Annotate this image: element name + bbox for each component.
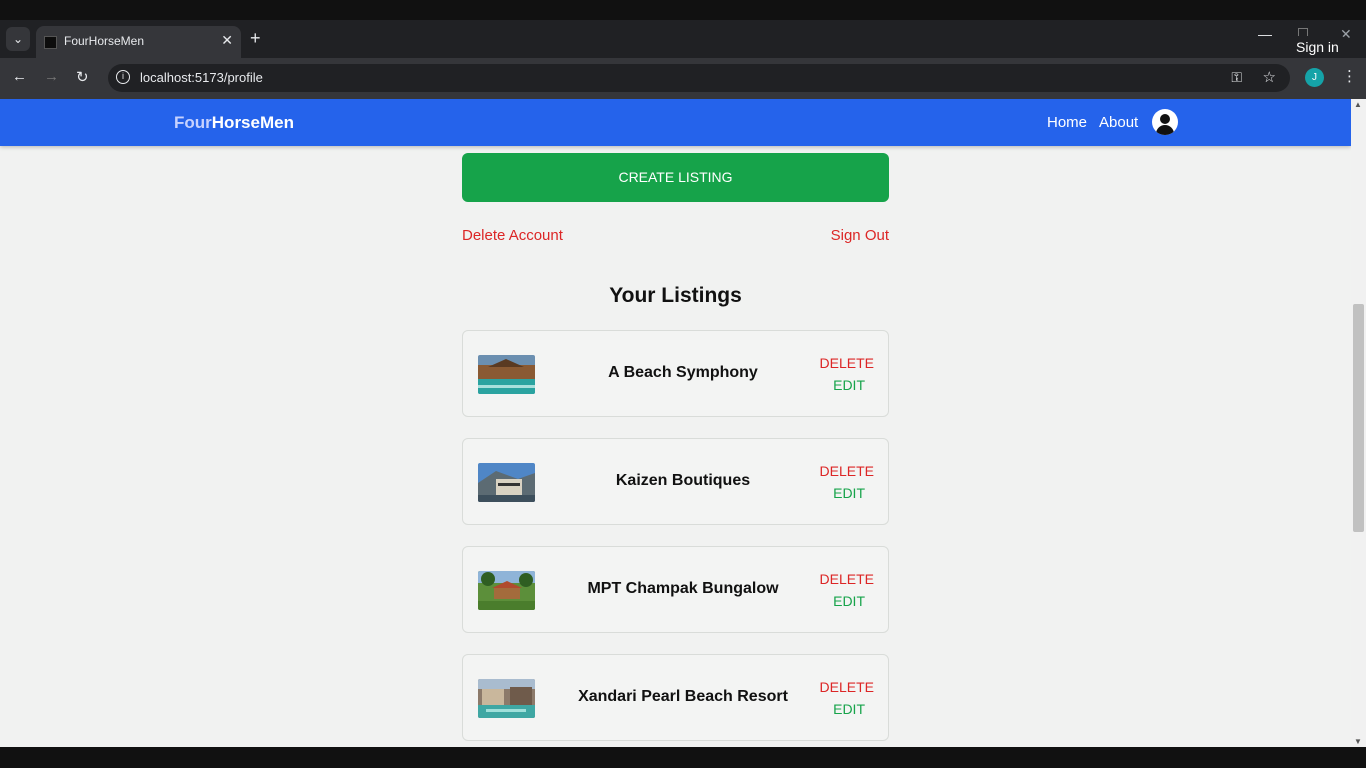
listings-heading: Your Listings bbox=[609, 284, 742, 307]
minimize-icon[interactable]: — bbox=[1258, 26, 1272, 42]
nav-about-link[interactable]: About bbox=[1099, 114, 1138, 131]
listing-card: Kaizen Boutiques DELETE EDIT bbox=[462, 438, 889, 525]
tab-search-icon[interactable]: ⌄ bbox=[6, 27, 30, 51]
forward-icon[interactable]: → bbox=[44, 68, 59, 85]
tab-title: FourHorseMen bbox=[64, 34, 145, 48]
page-viewport: FourHorseMen Home About CREATE LISTING D… bbox=[0, 99, 1366, 747]
password-key-icon[interactable]: ⚿ bbox=[1231, 69, 1242, 86]
scrollbar-thumb[interactable] bbox=[1353, 304, 1364, 532]
tab-close-icon[interactable]: ✕ bbox=[221, 32, 233, 49]
listing-delete-button[interactable]: DELETE bbox=[820, 463, 874, 479]
site-info-icon[interactable]: i bbox=[116, 70, 130, 84]
listing-name[interactable]: MPT Champak Bungalow bbox=[558, 580, 808, 598]
avatar-head bbox=[1160, 114, 1170, 124]
listing-delete-button[interactable]: DELETE bbox=[820, 355, 874, 371]
listing-thumbnail[interactable] bbox=[478, 679, 535, 718]
url-text[interactable]: localhost:5173/profile bbox=[140, 70, 263, 85]
delete-account-link[interactable]: Delete Account bbox=[462, 227, 563, 244]
brand-logo[interactable]: FourHorseMen bbox=[174, 113, 294, 133]
avatar-body bbox=[1156, 125, 1174, 135]
scrollbar[interactable]: ▲ ▼ bbox=[1351, 99, 1366, 747]
listing-delete-button[interactable]: DELETE bbox=[820, 679, 874, 695]
listing-name[interactable]: A Beach Symphony bbox=[558, 364, 808, 382]
listing-edit-button[interactable]: EDIT bbox=[833, 701, 865, 717]
listing-edit-button[interactable]: EDIT bbox=[833, 593, 865, 609]
listing-thumbnail[interactable] bbox=[478, 355, 535, 394]
brand-part-horsemen: HorseMen bbox=[211, 113, 294, 132]
browser-tab[interactable]: FourHorseMen ✕ bbox=[36, 26, 241, 58]
menu-kebab-icon[interactable]: ⋮ bbox=[1342, 67, 1357, 85]
signin-tooltip: Sign in bbox=[1290, 36, 1345, 58]
reload-icon[interactable]: ↻ bbox=[76, 68, 89, 86]
back-icon[interactable]: ← bbox=[12, 68, 27, 85]
favicon-icon bbox=[44, 36, 57, 49]
listing-name[interactable]: Xandari Pearl Beach Resort bbox=[558, 688, 808, 706]
nav-home-link[interactable]: Home bbox=[1047, 114, 1087, 131]
bottom-bar bbox=[0, 747, 1366, 768]
new-tab-icon[interactable]: + bbox=[250, 28, 261, 49]
profile-avatar-icon[interactable]: J bbox=[1305, 68, 1324, 87]
listing-delete-button[interactable]: DELETE bbox=[820, 571, 874, 587]
browser-toolbar: ← → ↻ i localhost:5173/profile ⚿ ☆ J ⋮ bbox=[0, 58, 1366, 99]
bookmark-star-icon[interactable]: ☆ bbox=[1263, 68, 1276, 86]
brand-part-four: Four bbox=[174, 113, 212, 132]
listing-card: Xandari Pearl Beach Resort DELETE EDIT bbox=[462, 654, 889, 741]
scroll-up-icon[interactable]: ▲ bbox=[1354, 100, 1362, 109]
listing-thumbnail[interactable] bbox=[478, 571, 535, 610]
scroll-down-icon[interactable]: ▼ bbox=[1354, 737, 1362, 746]
listing-card: MPT Champak Bungalow DELETE EDIT bbox=[462, 546, 889, 633]
listing-edit-button[interactable]: EDIT bbox=[833, 485, 865, 501]
site-header: FourHorseMen Home About bbox=[0, 99, 1351, 146]
sign-out-link[interactable]: Sign Out bbox=[831, 227, 889, 244]
address-bar[interactable]: i localhost:5173/profile ⚿ ☆ bbox=[108, 64, 1290, 92]
create-listing-button[interactable]: CREATE LISTING bbox=[462, 153, 889, 202]
screen: ⌄ FourHorseMen ✕ + — ✕ Sign in ← → ↻ i l… bbox=[0, 0, 1366, 768]
listing-card: A Beach Symphony DELETE EDIT bbox=[462, 330, 889, 417]
user-avatar-icon[interactable] bbox=[1152, 109, 1178, 135]
listing-edit-button[interactable]: EDIT bbox=[833, 377, 865, 393]
listing-thumbnail[interactable] bbox=[478, 463, 535, 502]
listing-name[interactable]: Kaizen Boutiques bbox=[558, 472, 808, 490]
tab-strip: ⌄ FourHorseMen ✕ + — ✕ Sign in bbox=[0, 20, 1366, 58]
